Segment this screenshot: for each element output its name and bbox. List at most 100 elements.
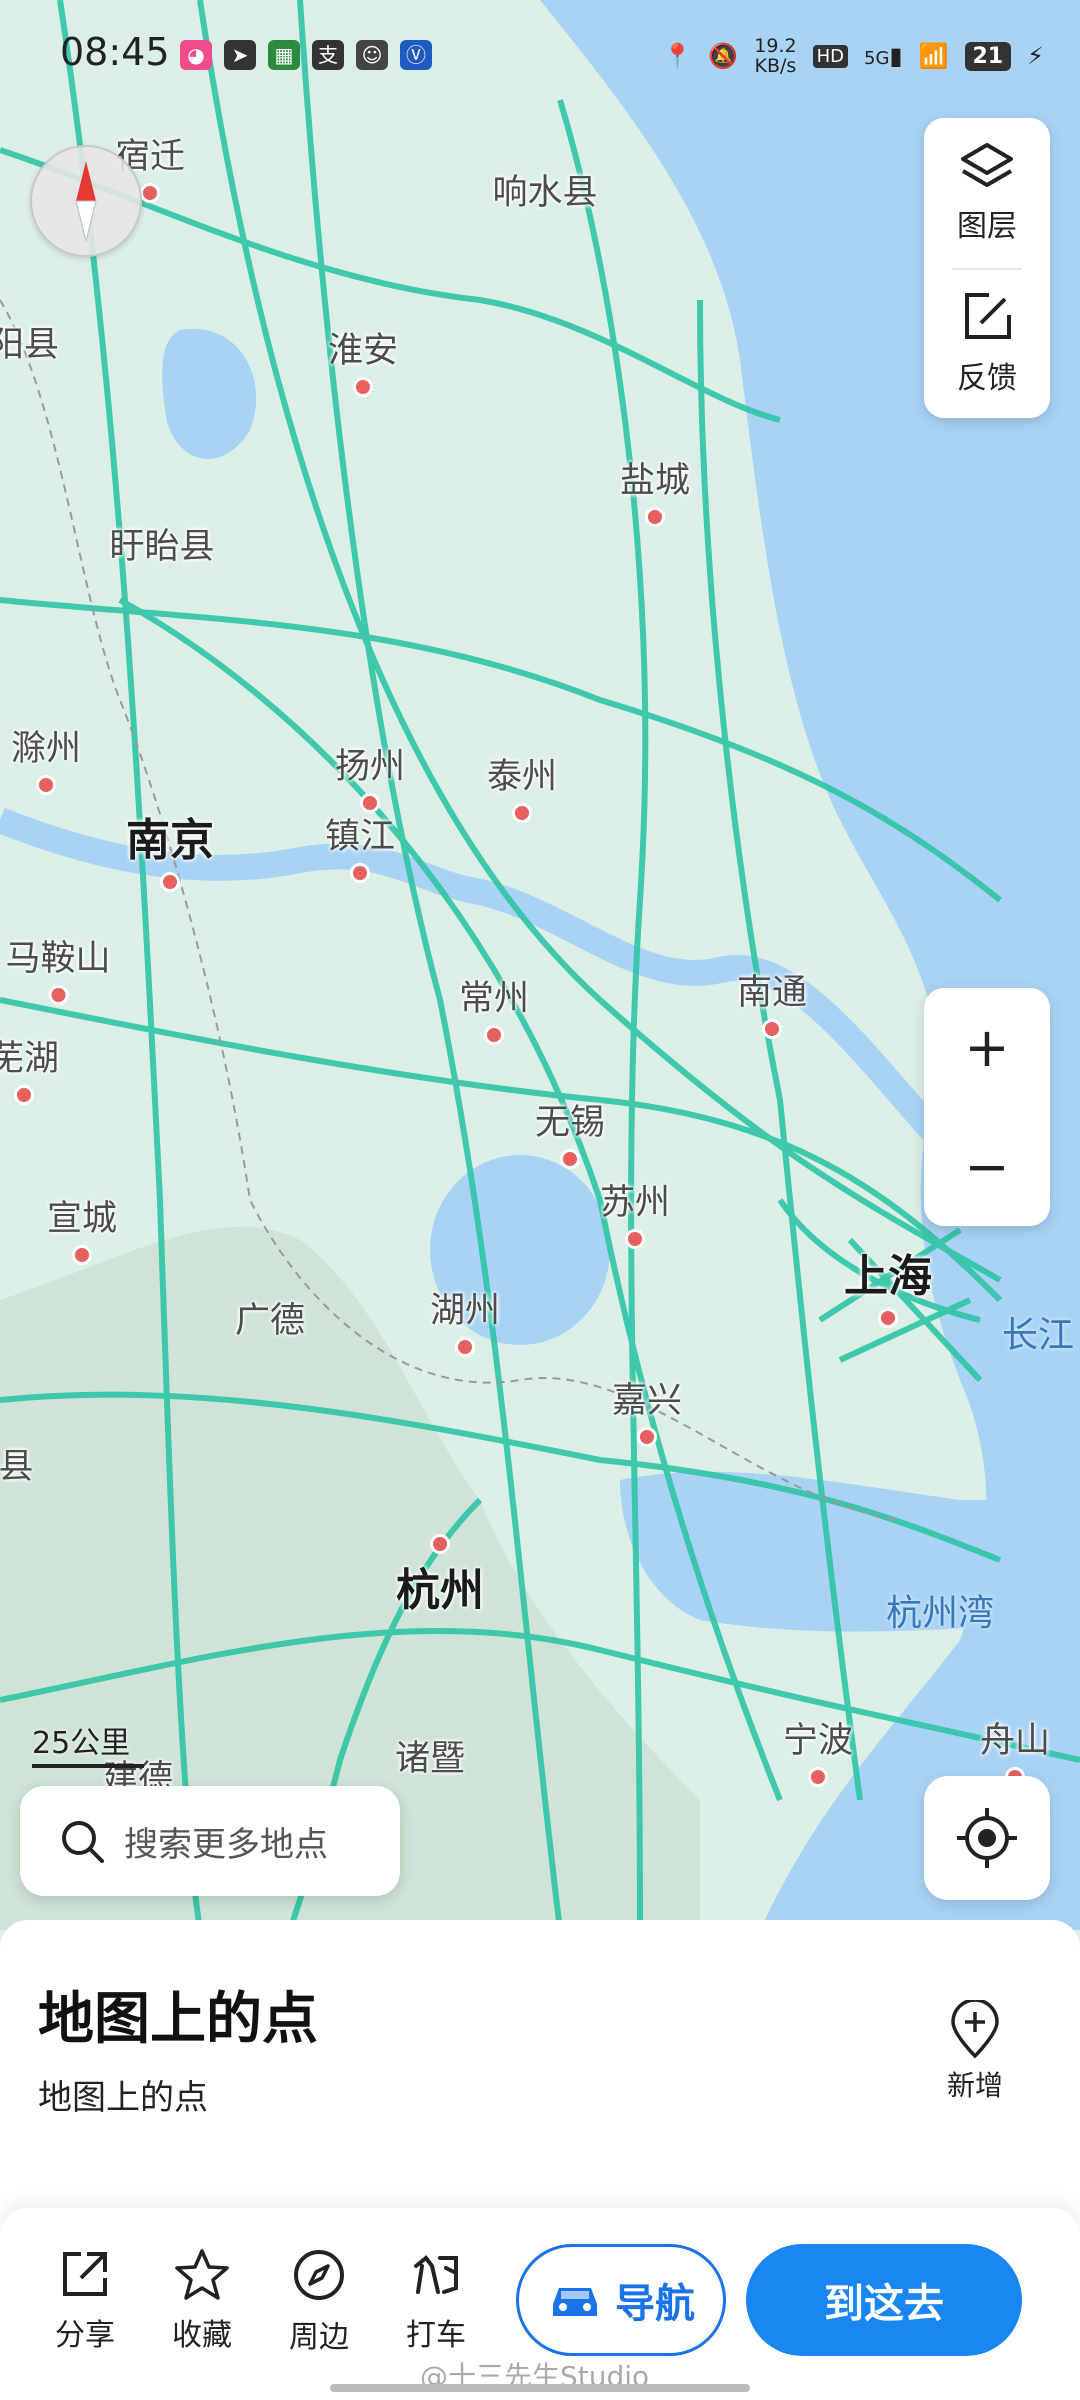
city-label: 宁波 xyxy=(782,1721,854,1761)
poi-dot xyxy=(511,803,532,823)
search-bar[interactable]: 搜索更多地点 xyxy=(20,1786,400,1896)
city-label: 常州 xyxy=(458,979,530,1019)
city-label: 南京 xyxy=(126,815,214,866)
city-label: 马鞍山 xyxy=(5,939,111,979)
city-label: 舟山 xyxy=(979,1721,1051,1761)
city-ningbo[interactable]: 宁波 xyxy=(783,1712,853,1787)
zoom-out-button[interactable]: − xyxy=(924,1107,1050,1226)
place-title: 地图上的点 xyxy=(38,1987,318,2052)
city-yangzhou[interactable]: 扬州 xyxy=(335,738,405,813)
city-label: 盱眙县 xyxy=(109,527,215,567)
home-indicator[interactable] xyxy=(330,2384,750,2392)
city-label: 芜湖 xyxy=(0,1039,60,1079)
city-label: 嘉兴 xyxy=(611,1381,683,1421)
app-notification-icon: ◕ xyxy=(180,40,212,70)
nearby-button[interactable]: 周边 xyxy=(264,2248,374,2356)
feedback-button[interactable]: 反馈 xyxy=(924,268,1050,418)
city-label: 上海 xyxy=(844,1251,932,1302)
map-tool-panel: 图层 反馈 xyxy=(924,118,1050,418)
water-label-hangzhou-bay: 杭州湾 xyxy=(886,1593,995,1634)
wifi-icon: 📶 xyxy=(918,42,949,70)
share-label: 分享 xyxy=(55,2318,115,2353)
city-changzhou[interactable]: 常州 xyxy=(459,970,529,1045)
city-yangxian[interactable]: 阳县 xyxy=(0,316,59,367)
map-view[interactable]: 宿迁 响水县 阳县 淮安 盐城 盱眙县 滁州 扬州 泰州 南京 镇江 马鞍山 常… xyxy=(0,0,1080,1930)
city-wuxi[interactable]: 无锡 xyxy=(535,1094,605,1169)
city-label: 湖州 xyxy=(429,1291,501,1331)
city-zhenjiang[interactable]: 镇江 xyxy=(325,808,395,883)
city-zhuji[interactable]: 诸暨 xyxy=(395,1730,465,1781)
city-label: 苏州 xyxy=(599,1183,671,1223)
locate-icon xyxy=(957,1808,1017,1868)
city-nanjing[interactable]: 南京 xyxy=(126,804,214,892)
layers-button[interactable]: 图层 xyxy=(924,118,1050,268)
poi-dot xyxy=(483,1025,504,1045)
city-huzhou[interactable]: 湖州 xyxy=(430,1282,500,1357)
status-time: 08:45 xyxy=(60,30,170,74)
place-subtitle: 地图上的点 xyxy=(38,2078,208,2118)
battery-icon: 21 xyxy=(964,41,1012,71)
notification-icons: ◕ ➤ ▦ 支 ☺ Ⓥ xyxy=(180,40,432,70)
nearby-label: 周边 xyxy=(289,2320,349,2355)
alipay-notification-icon: 支 xyxy=(312,40,344,70)
city-label: 南通 xyxy=(736,973,808,1013)
app-notification-icon: ▦ xyxy=(268,40,300,70)
city-maanshan[interactable]: 马鞍山 xyxy=(5,930,111,1005)
status-right: 📍 🔕 19.2 KB/s HD 5G▮ 📶 21 ⚡ xyxy=(663,36,1045,76)
city-label: 无锡 xyxy=(534,1103,606,1143)
navigate-button[interactable]: 导航 xyxy=(516,2244,726,2356)
city-label: 淮安 xyxy=(327,331,399,371)
city-chuzhou[interactable]: 滁州 xyxy=(11,720,81,795)
city-label: 扬州 xyxy=(334,747,406,787)
favorite-button[interactable]: 收藏 xyxy=(147,2248,257,2354)
city-jiaxing[interactable]: 嘉兴 xyxy=(612,1372,682,1447)
city-yancheng[interactable]: 盐城 xyxy=(620,452,690,527)
poi-dot xyxy=(624,1229,645,1249)
search-icon xyxy=(62,1821,104,1863)
share-button[interactable]: 分享 xyxy=(30,2248,140,2354)
status-bar: 08:45 ◕ ➤ ▦ 支 ☺ Ⓥ 📍 🔕 19.2 KB/s HD 5G▮ 📶 … xyxy=(0,0,1080,110)
city-xuancheng[interactable]: 宣城 xyxy=(47,1190,117,1265)
city-hangzhou[interactable]: 杭州 xyxy=(396,1530,484,1618)
taxi-button[interactable]: 打车 xyxy=(381,2248,491,2354)
city-guangde[interactable]: 广德 xyxy=(235,1292,305,1343)
city-label: 响水县 xyxy=(492,173,598,213)
add-place-button[interactable]: 新增 xyxy=(930,2000,1020,2104)
city-label: 泰州 xyxy=(486,757,558,797)
feedback-label: 反馈 xyxy=(957,361,1017,396)
poi-dot xyxy=(35,775,56,795)
scale-bar: 25公里 xyxy=(32,1718,144,1768)
city-label: 阳县 xyxy=(0,325,60,365)
city-xuyi[interactable]: 盱眙县 xyxy=(109,518,214,569)
add-location-icon xyxy=(951,2000,999,2059)
poi-dot xyxy=(878,1308,898,1328)
layers-icon xyxy=(961,143,1013,187)
poi-dot xyxy=(430,1534,450,1554)
search-placeholder: 搜索更多地点 xyxy=(124,1824,328,1865)
add-label: 新增 xyxy=(946,2069,1003,2102)
city-label: 诸暨 xyxy=(394,1739,466,1779)
poi-dot xyxy=(807,1767,828,1787)
compass-icon xyxy=(75,161,97,242)
zoom-in-button[interactable]: + xyxy=(924,988,1050,1107)
city-xian[interactable]: 县 xyxy=(0,1438,34,1489)
water-label-changjiang: 长江 xyxy=(1002,1315,1075,1356)
city-wuhu[interactable]: 芜湖 xyxy=(0,1030,59,1105)
city-xiangshui[interactable]: 响水县 xyxy=(492,164,597,215)
city-suzhou[interactable]: 苏州 xyxy=(600,1174,670,1249)
my-location-button[interactable] xyxy=(924,1776,1050,1900)
signal-icon: 5G▮ xyxy=(864,42,903,70)
city-nantong[interactable]: 南通 xyxy=(737,964,807,1039)
compass-button[interactable] xyxy=(30,145,142,257)
charging-icon: ⚡ xyxy=(1027,42,1044,70)
go-here-button[interactable]: 到这去 xyxy=(746,2244,1022,2356)
poi-dot xyxy=(349,863,370,883)
city-label: 杭州 xyxy=(396,1565,484,1616)
city-shanghai[interactable]: 上海 xyxy=(844,1240,932,1328)
compass-icon xyxy=(294,2250,344,2300)
poi-dot xyxy=(761,1019,782,1039)
city-taizhou[interactable]: 泰州 xyxy=(487,748,557,823)
city-huaian[interactable]: 淮安 xyxy=(328,322,398,397)
feedback-edit-icon xyxy=(965,293,1011,339)
city-label: 宣城 xyxy=(46,1199,118,1239)
